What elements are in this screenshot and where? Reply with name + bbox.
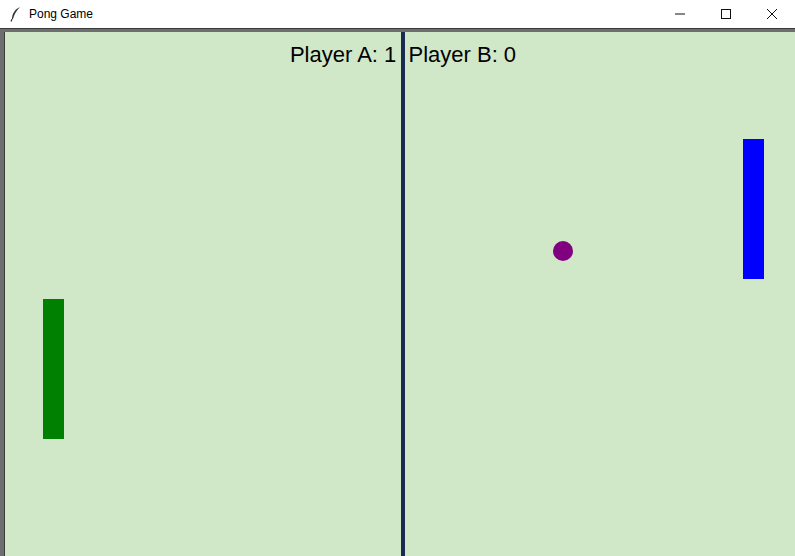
feather-icon [9, 6, 23, 22]
pong-window: Pong Game Player A: 1 Player B: 0 [0, 0, 795, 556]
paddle[interactable] [43, 299, 64, 439]
minimize-icon [675, 9, 685, 19]
ball [553, 241, 573, 261]
paddle[interactable] [743, 139, 764, 279]
window-frame: Player A: 1 Player B: 0 [0, 28, 795, 556]
window-title: Pong Game [29, 7, 93, 21]
scoreboard: Player A: 1 Player B: 0 [290, 42, 516, 67]
close-icon [767, 9, 777, 19]
center-line [401, 32, 405, 556]
close-button[interactable] [749, 0, 795, 28]
game-canvas[interactable]: Player A: 1 Player B: 0 [4, 32, 795, 556]
maximize-icon [721, 9, 731, 19]
maximize-button[interactable] [703, 0, 749, 28]
title-bar[interactable]: Pong Game [0, 0, 795, 28]
minimize-button[interactable] [657, 0, 703, 28]
